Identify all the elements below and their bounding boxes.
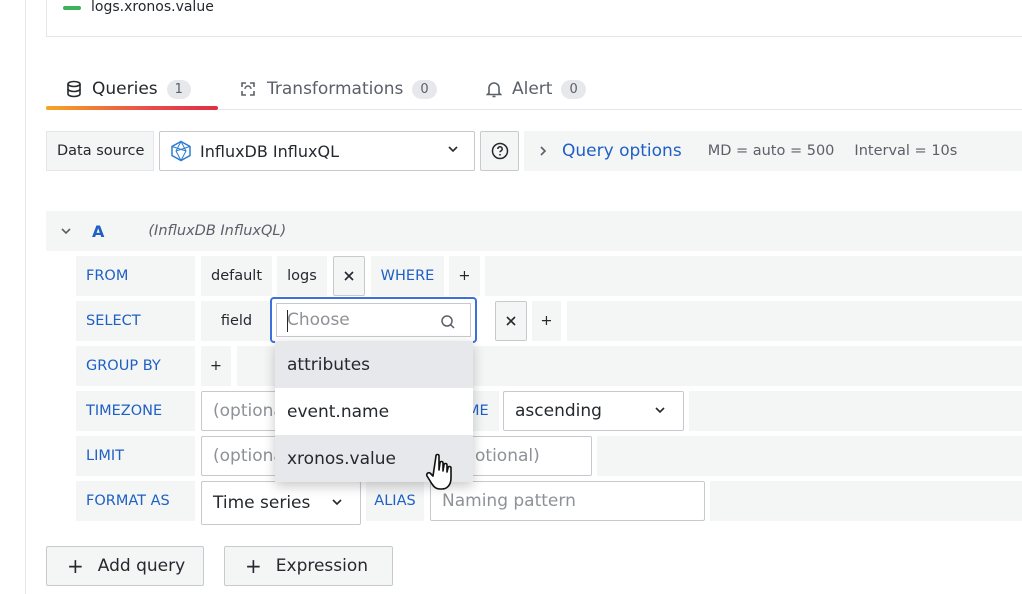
alias-label: ALIAS — [366, 481, 424, 521]
plus-icon: + — [67, 554, 84, 578]
groupby-label: GROUP BY — [76, 346, 195, 386]
query-name[interactable]: A — [92, 222, 104, 241]
limit-input[interactable]: (optiona — [201, 436, 284, 476]
editor-tabs: Queries 1 Transformations 0 Alert 0 — [46, 68, 1022, 110]
field-option-event-name[interactable]: event.name — [275, 388, 473, 435]
bell-icon — [486, 80, 502, 98]
field-option-attributes[interactable]: attributes — [275, 341, 473, 388]
add-select-button[interactable]: + — [532, 301, 561, 341]
hand-pointer-icon — [425, 452, 462, 496]
from-label: FROM — [76, 256, 195, 296]
tab-alert-count: 0 — [561, 79, 586, 99]
alias-input[interactable]: Naming pattern — [430, 481, 705, 521]
field-picker[interactable]: Choose — [270, 297, 477, 343]
tab-transformations-count: 0 — [412, 79, 437, 99]
text-caret — [287, 310, 288, 332]
field-picker-input[interactable]: Choose — [276, 303, 471, 337]
chevron-right-icon — [538, 145, 548, 157]
limit-label: LIMIT — [76, 436, 195, 476]
add-expression-button[interactable]: + Expression — [224, 546, 393, 586]
order-by-select[interactable]: ascending — [503, 391, 684, 431]
chevron-down-icon — [446, 142, 460, 156]
add-query-button[interactable]: + Add query — [46, 546, 204, 586]
close-icon — [343, 270, 355, 282]
left-rail — [0, 0, 26, 594]
transform-icon — [239, 80, 257, 98]
measurement-segment[interactable]: logs — [277, 256, 327, 296]
datasource-label: Data source — [46, 131, 154, 171]
add-groupby-button[interactable]: + — [201, 346, 231, 386]
from-row-filler — [485, 256, 1022, 296]
format-as-label: FORMAT AS — [76, 481, 195, 521]
database-icon — [66, 80, 82, 98]
chevron-down-icon — [330, 495, 344, 509]
format-row-filler — [710, 481, 1022, 521]
remove-select-button[interactable] — [495, 301, 527, 341]
add-query-label: Add query — [97, 556, 186, 576]
tab-alert[interactable]: Alert 0 — [486, 68, 586, 110]
plus-icon: + — [245, 554, 262, 578]
order-by-value: ascending — [515, 401, 602, 421]
active-tab-indicator — [46, 106, 218, 110]
add-where-button[interactable]: + — [449, 256, 480, 296]
query-options-label: Query options — [562, 141, 682, 161]
select-label: SELECT — [76, 301, 195, 341]
legend-swatch — [63, 6, 81, 10]
expression-label: Expression — [275, 556, 369, 576]
remove-measurement-button[interactable] — [333, 256, 365, 296]
format-as-value: Time series — [213, 493, 311, 513]
max-data-points-info: MD = auto = 500 — [707, 143, 835, 159]
tab-queries-label: Queries — [92, 79, 158, 99]
close-icon — [505, 315, 517, 327]
tab-queries-count: 1 — [166, 79, 191, 99]
tab-alert-label: Alert — [512, 79, 553, 99]
datasource-name: InfluxDB InfluxQL — [200, 141, 339, 161]
timezone-input[interactable]: (optiona — [201, 391, 284, 431]
tab-transformations-label: Transformations — [267, 79, 404, 99]
field-picker-placeholder: Choose — [287, 310, 350, 330]
select-field-segment[interactable]: field — [201, 301, 272, 341]
panel-legend: logs.xronos.value — [46, 0, 1022, 37]
datasource-picker[interactable]: InfluxDB InfluxQL — [159, 131, 475, 171]
datasource-help-button[interactable] — [480, 131, 519, 171]
retention-policy-segment[interactable]: default — [201, 256, 272, 296]
slimit-input[interactable]: otional) — [470, 436, 592, 476]
timezone-row-filler — [689, 391, 1022, 431]
query-datasource-name: (InfluxDB InfluxQL) — [148, 223, 287, 239]
tab-transformations[interactable]: Transformations 0 — [239, 68, 437, 110]
search-icon — [440, 314, 456, 330]
interval-info: Interval = 10s — [854, 143, 958, 159]
legend-label[interactable]: logs.xronos.value — [91, 0, 214, 15]
influxdb-logo-icon — [170, 140, 192, 162]
chevron-down-icon — [653, 403, 667, 417]
select-row-filler — [567, 301, 1022, 341]
where-label: WHERE — [371, 256, 444, 296]
tab-queries[interactable]: Queries 1 — [66, 68, 191, 110]
timezone-label: TIMEZONE — [76, 391, 195, 431]
question-circle-icon — [491, 142, 509, 160]
limit-row-filler — [597, 436, 1022, 476]
query-options-toggle[interactable]: Query options MD = auto = 500 Interval =… — [524, 131, 1022, 171]
query-row-header[interactable]: A (InfluxDB InfluxQL) — [46, 211, 1022, 251]
format-as-select[interactable]: Time series — [201, 481, 361, 525]
collapse-chevron-icon[interactable] — [60, 226, 72, 236]
